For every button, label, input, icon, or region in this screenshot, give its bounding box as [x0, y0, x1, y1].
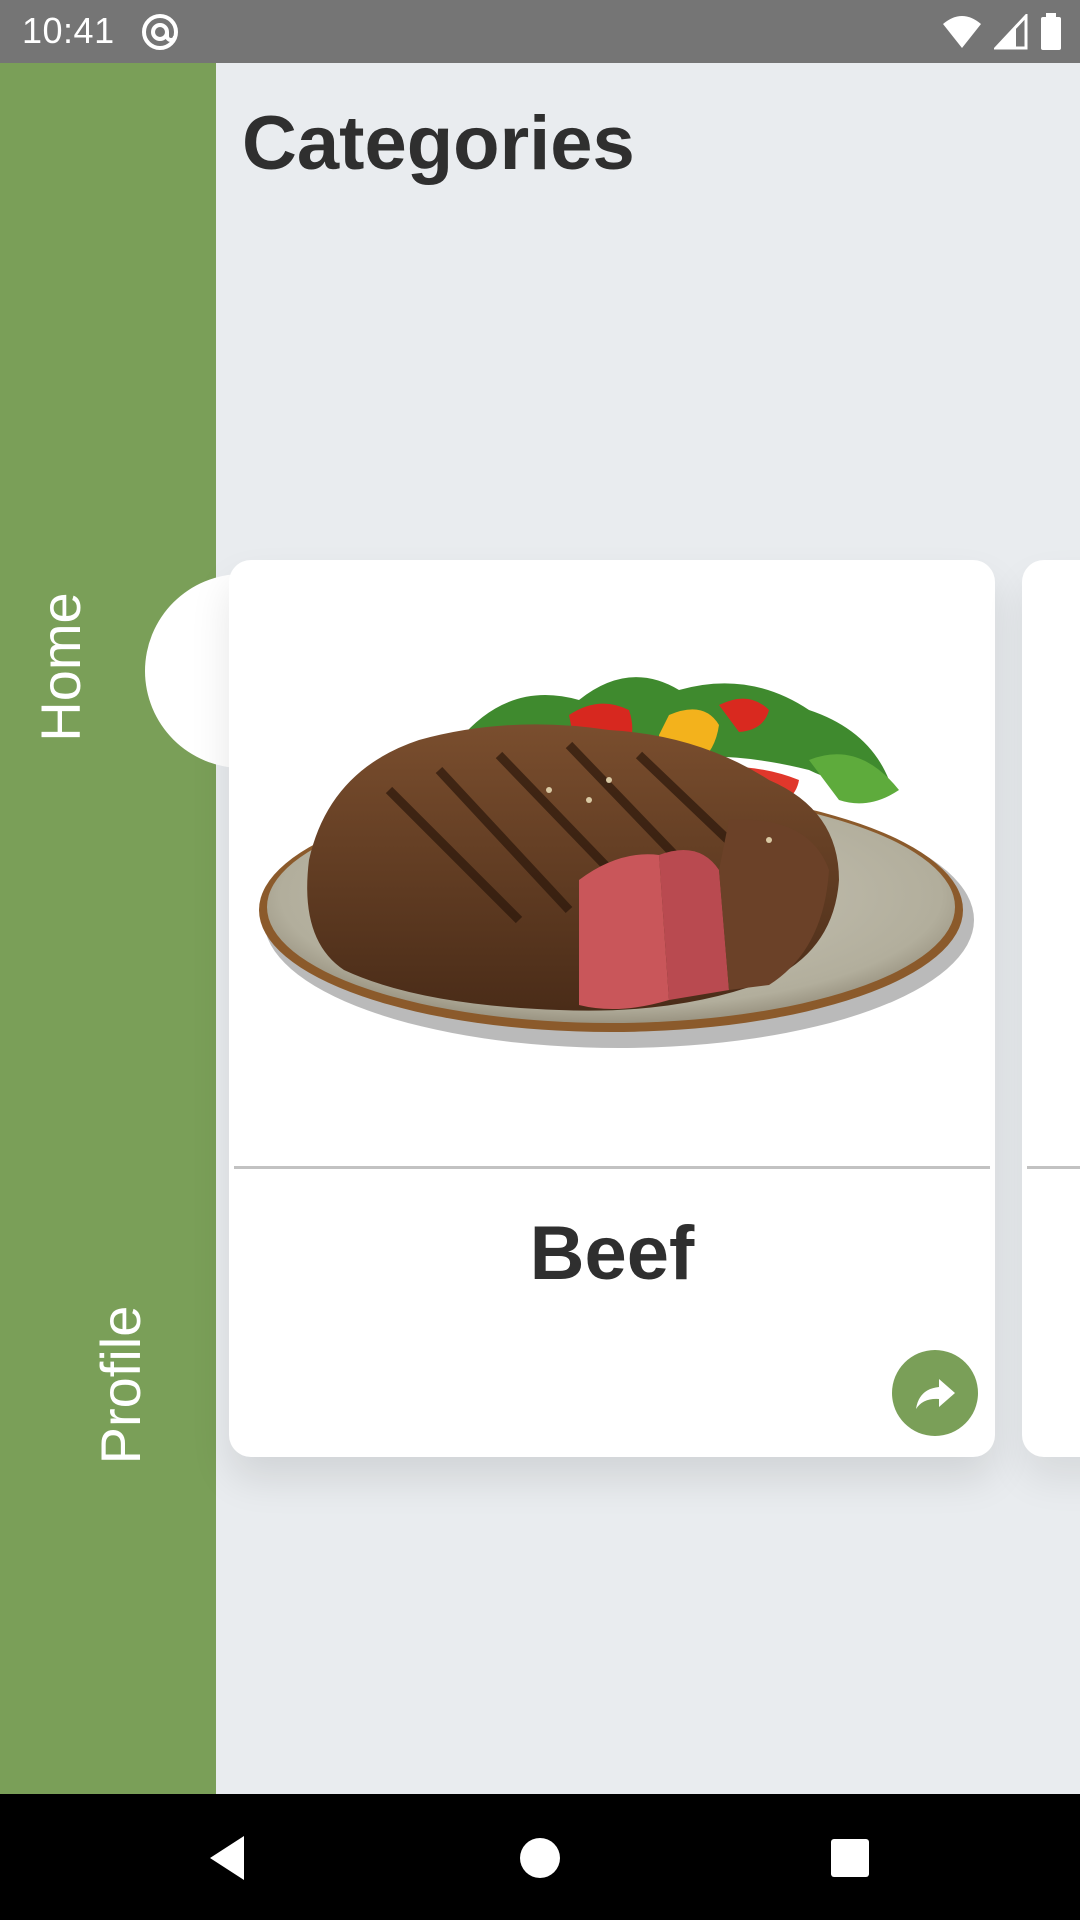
system-nav-bar [0, 1794, 1080, 1920]
app-screen: 10:41 Home Profile Categories Beef [0, 0, 1080, 1920]
page-title: Categories [242, 101, 635, 186]
battery-icon [1041, 13, 1061, 50]
recents-icon[interactable] [818, 1826, 882, 1890]
cellular-signal-icon [994, 14, 1028, 50]
category-name: Beef [529, 1211, 695, 1296]
category-card[interactable]: Beef [229, 560, 995, 1457]
back-icon[interactable] [198, 1826, 262, 1890]
open-category-button[interactable] [892, 1350, 978, 1436]
status-icons [942, 12, 1062, 52]
at-sign-icon [142, 14, 178, 50]
wifi-icon [943, 16, 981, 48]
category-card-next[interactable] [1022, 560, 1080, 1457]
card-divider [1027, 1166, 1080, 1169]
status-time: 10:41 [22, 10, 115, 51]
status-bar: 10:41 [0, 0, 1080, 63]
home-icon[interactable] [508, 1826, 572, 1890]
sidebar-tab-home[interactable]: Home [28, 582, 92, 752]
sidebar-nav: Home Profile [0, 63, 216, 1794]
share-arrow-icon [916, 1379, 955, 1409]
card-divider [234, 1166, 990, 1169]
sidebar-tab-profile[interactable]: Profile [88, 1290, 152, 1480]
category-image-beef [259, 677, 974, 1048]
